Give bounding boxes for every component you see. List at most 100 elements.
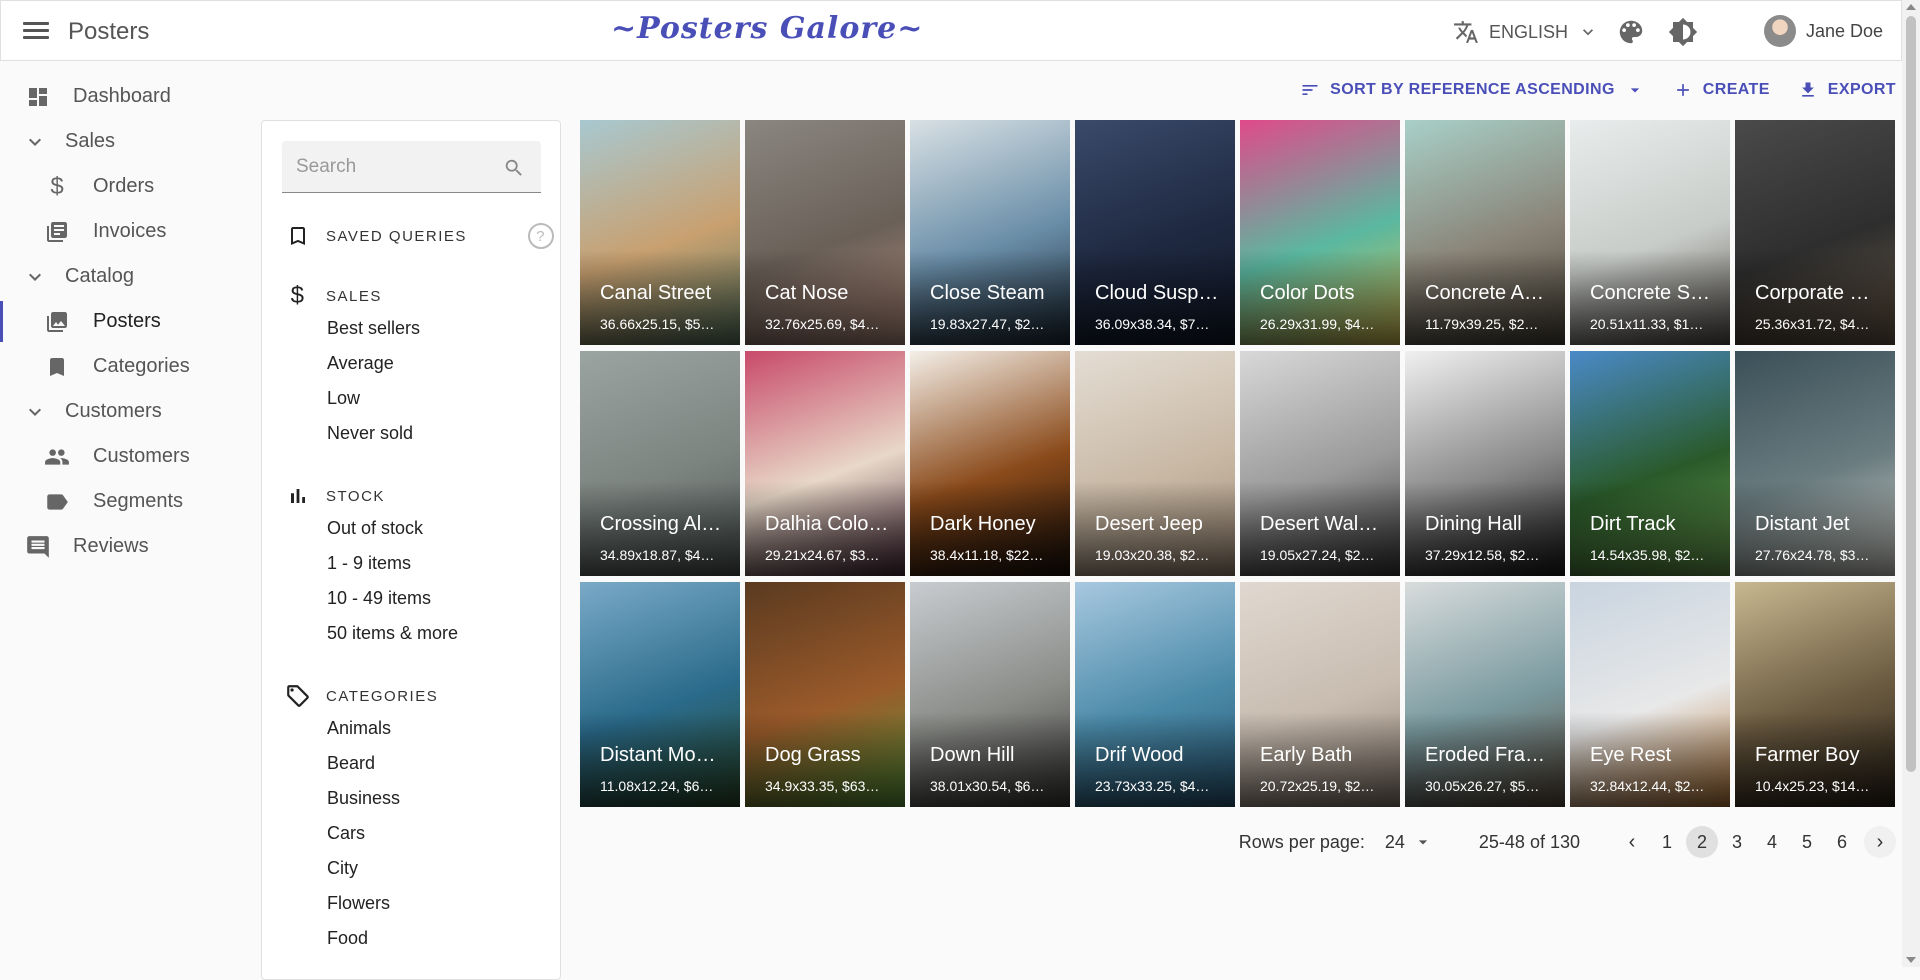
poster-meta: 32.76x25.69, $4… [765, 316, 880, 332]
poster-meta: 25.36x31.72, $4… [1755, 316, 1870, 332]
poster-card[interactable]: Farmer Boy 10.4x25.23, $14… [1735, 582, 1895, 807]
sales-filter-option[interactable]: Low [284, 381, 554, 416]
scroll-down-icon[interactable] [1906, 957, 1916, 963]
poster-card[interactable]: Desert Jeep 19.03x20.38, $2… [1075, 351, 1235, 576]
help-icon[interactable]: ? [528, 223, 554, 249]
poster-card[interactable]: Color Dots 26.29x31.99, $4… [1240, 120, 1400, 345]
user-menu[interactable]: Jane Doe [1764, 15, 1883, 47]
search-input[interactable] [296, 153, 496, 181]
poster-card[interactable]: Canal Street 36.66x25.15, $5… [580, 120, 740, 345]
poster-name: Distant Mo… [600, 744, 716, 766]
poster-card[interactable]: Concrete A… 11.79x39.25, $2… [1405, 120, 1565, 345]
poster-name: Cat Nose [765, 282, 849, 304]
poster-meta: 11.79x39.25, $2… [1425, 316, 1539, 332]
stock-filter-option[interactable]: 1 - 9 items [284, 546, 554, 581]
prev-page-button[interactable]: ‹ [1616, 826, 1648, 858]
poster-meta: 26.29x31.99, $4… [1260, 316, 1375, 332]
chevron-down-icon [22, 129, 48, 155]
poster-meta: 38.01x30.54, $6… [930, 778, 1045, 794]
page-scrollbar[interactable] [1902, 0, 1920, 967]
sidebar-item-label: Customers [93, 445, 190, 467]
poster-card[interactable]: Early Bath 20.72x25.19, $2… [1240, 582, 1400, 807]
sidebar-item-label: Customers [65, 400, 162, 422]
chevron-down-icon [1583, 29, 1594, 36]
rows-per-page-select[interactable]: 24 [1385, 832, 1433, 853]
sidebar-item-invoices[interactable]: Invoices [0, 209, 250, 254]
people-icon [44, 444, 70, 470]
sidebar-item-label: Orders [93, 175, 155, 197]
sidebar-item-label: Invoices [93, 220, 167, 242]
stock-filter: STOCK Out of stock 1 - 9 items 10 - 49 ite… [284, 481, 554, 651]
poster-card[interactable]: Eroded Fra… 30.05x26.27, $5… [1405, 582, 1565, 807]
page-button[interactable]: 4 [1756, 826, 1788, 858]
sidebar-item-categories[interactable]: Categories [0, 344, 250, 389]
poster-card[interactable]: Dalhia Colo… 29.21x24.67, $3… [745, 351, 905, 576]
poster-card[interactable]: Close Steam 19.83x27.47, $2… [910, 120, 1070, 345]
categories-filter-option[interactable]: Business [284, 781, 554, 816]
sidebar-item-dashboard[interactable]: Dashboard [0, 74, 250, 119]
poster-card[interactable]: Desert Wal… 19.05x27.24, $2… [1240, 351, 1400, 576]
poster-card[interactable]: Crossing Al… 34.89x18.87, $4… [580, 351, 740, 576]
brightness-icon[interactable] [1668, 17, 1698, 47]
poster-card[interactable]: Eye Rest 32.84x12.44, $2… [1570, 582, 1730, 807]
scroll-up-icon[interactable] [1906, 4, 1916, 10]
poster-card[interactable]: Dog Grass 34.9x33.35, $63… [745, 582, 905, 807]
export-button[interactable]: EXPORT [1798, 80, 1896, 100]
categories-filter-option[interactable]: Beard [284, 746, 554, 781]
sidebar-item-posters[interactable]: Posters [0, 299, 250, 344]
poster-card[interactable]: Concrete S… 20.51x11.33, $1… [1570, 120, 1730, 345]
sidebar-item-customers[interactable]: Customers [0, 434, 250, 479]
sidebar-item-segments[interactable]: Segments [0, 479, 250, 524]
sidebar-item-orders[interactable]: $ Orders [0, 164, 250, 209]
sidebar-item-catalog-group[interactable]: Catalog [0, 254, 250, 299]
poster-card[interactable]: Distant Mo… 11.08x12.24, $6… [580, 582, 740, 807]
sales-filter-option[interactable]: Never sold [284, 416, 554, 451]
poster-name: Corporate … [1755, 282, 1870, 304]
sort-icon [1302, 85, 1318, 95]
categories-filter-option[interactable]: Cars [284, 816, 554, 851]
poster-card[interactable]: Dining Hall 37.29x12.58, $2… [1405, 351, 1565, 576]
poster-card[interactable]: Drif Wood 23.73x33.25, $4… [1075, 582, 1235, 807]
categories-filter-option[interactable]: Animals [284, 711, 554, 746]
poster-card[interactable]: Dirt Track 14.54x35.98, $2… [1570, 351, 1730, 576]
poster-meta: 14.54x35.98, $2… [1590, 547, 1705, 563]
stock-filter-option[interactable]: 10 - 49 items [284, 581, 554, 616]
sort-button[interactable]: SORT BY REFERENCE ASCENDING [1300, 80, 1645, 100]
poster-card[interactable]: Down Hill 38.01x30.54, $6… [910, 582, 1070, 807]
categories-filter-option[interactable]: Food [284, 921, 554, 956]
page-button[interactable]: 5 [1791, 826, 1823, 858]
poster-name: Dining Hall [1425, 513, 1522, 535]
sidebar-item-reviews[interactable]: Reviews [0, 524, 250, 569]
poster-card[interactable]: Cloud Susp… 36.09x38.34, $7… [1075, 120, 1235, 345]
user-name: Jane Doe [1806, 20, 1884, 41]
stock-filter-option[interactable]: Out of stock [284, 511, 554, 546]
poster-card[interactable]: Dark Honey 38.4x11.18, $22… [910, 351, 1070, 576]
poster-card[interactable]: Distant Jet 27.76x24.78, $3… [1735, 351, 1895, 576]
poster-meta: 32.84x12.44, $2… [1590, 778, 1705, 794]
sidebar-item-sales-group[interactable]: Sales [0, 119, 250, 164]
next-page-button[interactable]: › [1864, 826, 1896, 858]
categories-filter-option[interactable]: Flowers [284, 886, 554, 921]
scroll-thumb[interactable] [1906, 16, 1916, 772]
page-button[interactable]: 2 [1686, 826, 1718, 858]
search-icon [505, 159, 522, 176]
page-button[interactable]: 3 [1721, 826, 1753, 858]
sidebar-item-customers-group[interactable]: Customers [0, 389, 250, 434]
sales-filter-option[interactable]: Best sellers [284, 311, 554, 346]
poster-card[interactable]: Cat Nose 32.76x25.69, $4… [745, 120, 905, 345]
poster-name: Desert Jeep [1095, 513, 1203, 535]
menu-icon[interactable] [23, 19, 49, 43]
categories-filter-option[interactable]: City [284, 851, 554, 886]
poster-card[interactable]: Corporate … 25.36x31.72, $4… [1735, 120, 1895, 345]
poster-meta: 38.4x11.18, $22… [930, 547, 1044, 563]
stock-filter-option[interactable]: 50 items & more [284, 616, 554, 651]
poster-name: Concrete A… [1425, 282, 1544, 304]
comment-icon [25, 534, 51, 560]
create-button[interactable]: CREATE [1673, 80, 1770, 100]
palette-icon[interactable] [1616, 17, 1646, 47]
page-button[interactable]: 6 [1826, 826, 1858, 858]
sales-filter-title: SALES [326, 287, 382, 305]
page-button[interactable]: 1 [1651, 826, 1683, 858]
language-selector[interactable]: ENGLISH [1453, 19, 1598, 45]
sales-filter-option[interactable]: Average [284, 346, 554, 381]
